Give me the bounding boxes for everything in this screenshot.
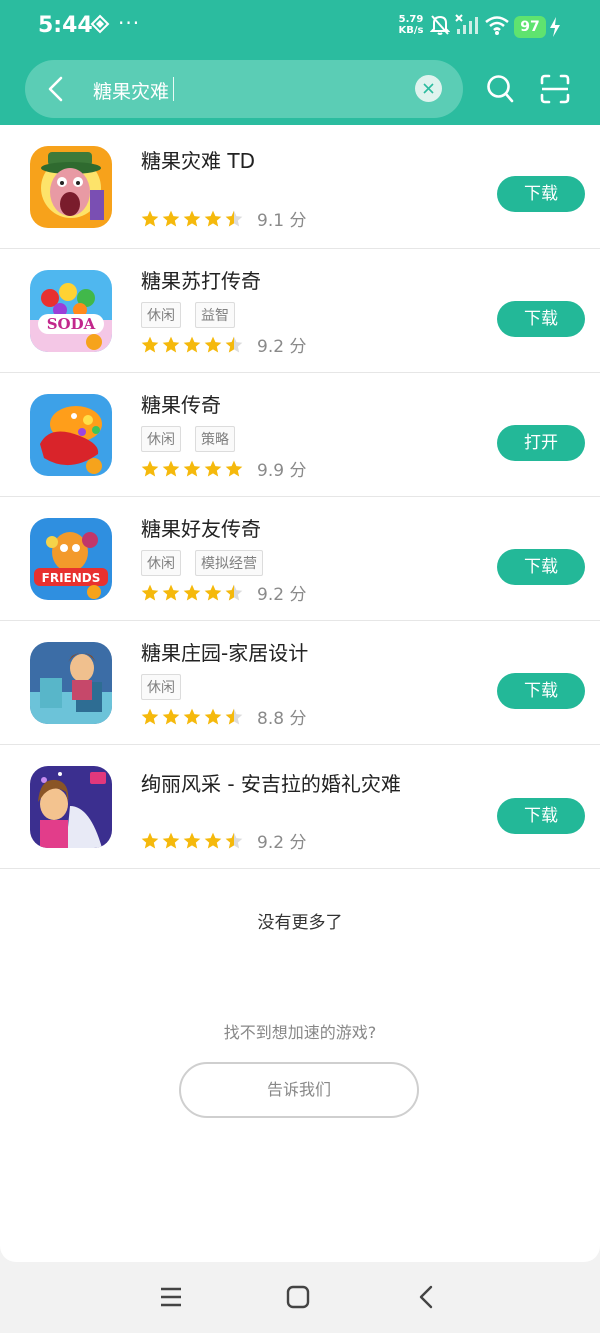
list-item[interactable]: 糖果庄园-家居设计 休闲 8.8 分 下载 bbox=[0, 621, 600, 745]
download-button[interactable]: 下载 bbox=[497, 176, 585, 212]
app-icon-candy-crush-friends: FRIENDS bbox=[30, 518, 112, 600]
home-square-icon[interactable] bbox=[286, 1285, 310, 1309]
rating-stars: 8.8 分 bbox=[140, 704, 306, 729]
download-button[interactable]: 下载 bbox=[497, 673, 585, 709]
list-item[interactable]: FRIENDS 糖果好友传奇 休闲 模拟经营 9.2 分 下载 bbox=[0, 497, 600, 621]
rating-stars: 9.2 分 bbox=[140, 580, 306, 605]
app-notification-icon bbox=[90, 14, 110, 34]
wifi-icon bbox=[485, 16, 509, 35]
battery-indicator: 97 bbox=[514, 16, 546, 38]
list-item[interactable]: SODA 糖果苏打传奇 休闲 益智 9.2 分 下载 bbox=[0, 249, 600, 373]
download-button[interactable]: 下载 bbox=[497, 798, 585, 834]
system-nav-bar bbox=[0, 1262, 600, 1333]
search-icon[interactable] bbox=[486, 74, 514, 104]
back-icon[interactable] bbox=[417, 1284, 435, 1310]
net-speed: 5.79 KB/s bbox=[398, 14, 424, 36]
tell-us-button[interactable]: 告诉我们 bbox=[179, 1062, 419, 1118]
tag-list: 休闲 模拟经营 bbox=[141, 550, 263, 576]
tag: 休闲 bbox=[141, 426, 181, 452]
download-button[interactable]: 下载 bbox=[497, 301, 585, 337]
rating-score: 9.2 分 bbox=[257, 337, 307, 357]
app-icon-candy-crush-soda: SODA bbox=[30, 270, 112, 352]
mute-icon bbox=[430, 15, 450, 35]
text-caret bbox=[173, 77, 174, 101]
chevron-left-icon[interactable] bbox=[45, 76, 69, 102]
search-input[interactable]: 糖果灾难 bbox=[93, 77, 169, 104]
rating-stars: 9.9 分 bbox=[140, 456, 306, 481]
app-title[interactable]: 绚丽风采 - 安吉拉的婚礼灾难 bbox=[141, 768, 401, 797]
rating-stars: 9.2 分 bbox=[140, 332, 306, 357]
tag: 休闲 bbox=[141, 302, 181, 328]
tag: 休闲 bbox=[141, 550, 181, 576]
app-icon-candy-crush-saga bbox=[30, 394, 112, 476]
app-title[interactable]: 糖果传奇 bbox=[141, 389, 221, 418]
charging-icon bbox=[550, 17, 560, 37]
rating-score: 9.2 分 bbox=[257, 585, 307, 605]
open-button[interactable]: 打开 bbox=[497, 425, 585, 461]
scan-icon[interactable] bbox=[540, 74, 570, 104]
tag-list: 休闲 bbox=[141, 674, 181, 700]
svg-text:SODA: SODA bbox=[47, 315, 96, 333]
rating-score: 9.9 分 bbox=[257, 461, 307, 481]
rating-score: 9.1 分 bbox=[257, 211, 307, 231]
status-bar: 5:44 ··· 5.79 KB/s 97 bbox=[0, 0, 600, 52]
tag-list: 休闲 策略 bbox=[141, 426, 235, 452]
rating-score: 8.8 分 bbox=[257, 709, 307, 729]
rating-score: 9.2 分 bbox=[257, 833, 307, 853]
app-title[interactable]: 糖果灾难 TD bbox=[141, 145, 255, 174]
list-item[interactable]: 糖果灾难 TD 9.1 分 下载 bbox=[0, 125, 600, 249]
app-icon-angela-wedding bbox=[30, 766, 112, 848]
app-icon-candy-manor bbox=[30, 642, 112, 724]
no-more-text: 没有更多了 bbox=[257, 913, 343, 933]
app-title[interactable]: 糖果庄园-家居设计 bbox=[141, 637, 308, 666]
download-button[interactable]: 下载 bbox=[497, 549, 585, 585]
cant-find-text: 找不到想加速的游戏? bbox=[223, 1023, 377, 1042]
clear-search-button[interactable] bbox=[415, 75, 442, 102]
list-item[interactable]: 绚丽风采 - 安吉拉的婚礼灾难 9.2 分 下载 bbox=[0, 745, 600, 869]
app-title[interactable]: 糖果好友传奇 bbox=[141, 513, 261, 542]
tag: 益智 bbox=[195, 302, 235, 328]
rating-stars: 9.2 分 bbox=[140, 828, 306, 853]
list-item[interactable]: 糖果传奇 休闲 策略 9.9 分 打开 bbox=[0, 373, 600, 497]
search-bar[interactable]: 糖果灾难 bbox=[25, 60, 463, 118]
tag: 模拟经营 bbox=[195, 550, 263, 576]
close-icon bbox=[423, 83, 434, 94]
app-header: 5:44 ··· 5.79 KB/s 97 糖果灾难 bbox=[0, 0, 600, 125]
menu-icon[interactable] bbox=[159, 1286, 183, 1308]
tag: 休闲 bbox=[141, 674, 181, 700]
tag: 策略 bbox=[195, 426, 235, 452]
app-title[interactable]: 糖果苏打传奇 bbox=[141, 265, 261, 294]
rating-stars: 9.1 分 bbox=[140, 206, 306, 231]
status-time: 5:44 bbox=[38, 13, 93, 38]
tag-list: 休闲 益智 bbox=[141, 302, 235, 328]
svg-text:FRIENDS: FRIENDS bbox=[42, 571, 101, 585]
cell-signal-icon bbox=[455, 14, 478, 34]
more-notifications-icon: ··· bbox=[118, 11, 141, 35]
app-icon-candy-disaster-td bbox=[30, 146, 112, 228]
